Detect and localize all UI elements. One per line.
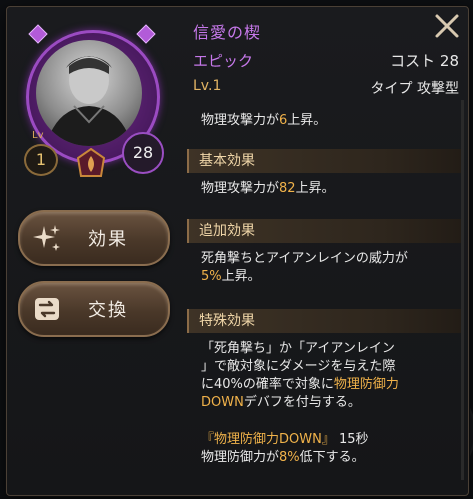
extra-effect-value: 5% bbox=[201, 269, 222, 284]
basic-effect-value: 82 bbox=[279, 181, 296, 196]
sparkle-icon bbox=[33, 225, 60, 251]
portrait-card: Lv 1 28 bbox=[22, 24, 164, 177]
level-badge: Lv 1 bbox=[22, 130, 60, 176]
basic-effect-text: 物理攻撃力が82上昇。 bbox=[201, 181, 335, 196]
debuff-name: 『物理防御力DOWN』 bbox=[201, 432, 335, 447]
close-icon bbox=[435, 14, 459, 38]
close-button[interactable] bbox=[431, 10, 463, 42]
effect-button-label: 効果 bbox=[88, 229, 128, 250]
ornament-icon bbox=[28, 24, 48, 44]
content-scrollbar[interactable] bbox=[461, 100, 464, 480]
section-header-extra: 追加効果 bbox=[187, 219, 464, 243]
exchange-button-label: 交換 bbox=[88, 300, 128, 321]
cost-badge: 28 bbox=[122, 132, 164, 174]
rarity-label: エピック bbox=[193, 52, 254, 70]
level-badge-value: 1 bbox=[24, 144, 58, 176]
stat-line: 物理攻撃力が6上昇。 bbox=[201, 113, 327, 128]
special-effect-text: 「死角撃ち」か「アイアンレイン 」で敵対象にダメージを与えた際 に40%の確率で… bbox=[201, 341, 399, 410]
section-header-special: 特殊効果 bbox=[187, 309, 464, 333]
type-label: タイプ 攻撃型 bbox=[370, 81, 459, 97]
ornament-icon bbox=[136, 24, 156, 44]
exchange-button[interactable]: 交換 bbox=[18, 281, 170, 337]
item-name: 信愛の楔 bbox=[193, 23, 262, 42]
exchange-icon bbox=[35, 298, 59, 320]
class-emblem-icon bbox=[77, 148, 105, 177]
level-label: Lv.1 bbox=[193, 78, 222, 94]
effect-button[interactable]: 効果 bbox=[18, 210, 170, 266]
extra-effect-text: 死角撃ちとアイアンレインの威力が 5%上昇。 bbox=[201, 251, 408, 284]
section-header-basic: 基本効果 bbox=[187, 149, 464, 173]
level-badge-label: Lv bbox=[32, 130, 44, 141]
debuff-detail-text: 『物理防御力DOWN』 15秒 物理防御力が8%低下する。 bbox=[201, 432, 369, 465]
cost-label: コスト 28 bbox=[390, 52, 459, 70]
